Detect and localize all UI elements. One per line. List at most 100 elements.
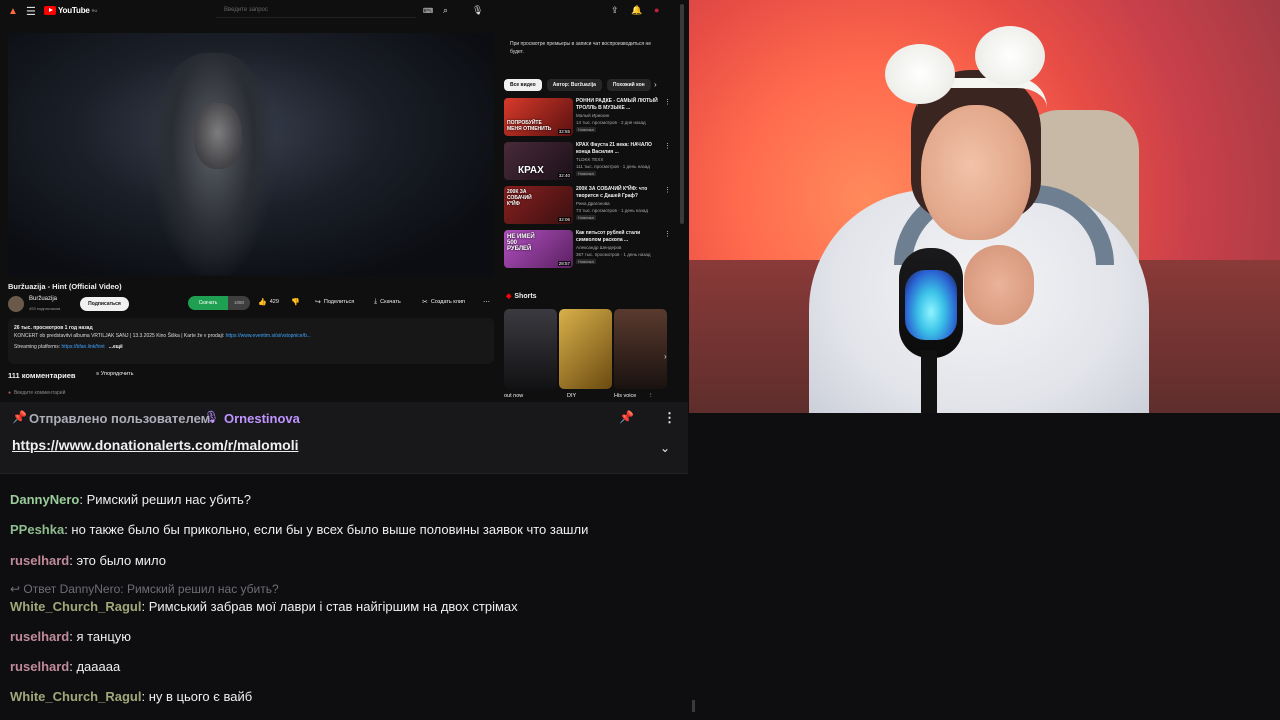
video-player[interactable] bbox=[8, 33, 494, 276]
video-meta: 111 тыс. просмотров · 1 день назад bbox=[576, 164, 650, 169]
chat-text: : Римский решил нас убить? bbox=[79, 492, 251, 507]
video-channel: Александр Шендеров bbox=[576, 245, 622, 250]
short-3[interactable] bbox=[614, 309, 667, 389]
streamer-hand bbox=[964, 245, 1034, 325]
channel-subscribers: 493 подписчиков bbox=[29, 306, 61, 311]
chevron-down-icon[interactable]: ⌄ bbox=[660, 441, 670, 455]
more-vertical-icon[interactable]: ⋮ bbox=[664, 142, 671, 150]
video-thumbnail[interactable]: 200К ЗА СОБАЧИЙ К*ЙФ 32:06 bbox=[504, 186, 573, 224]
channel-name[interactable]: Buržuazija bbox=[29, 296, 57, 302]
more-vertical-icon[interactable]: ⋮ bbox=[664, 98, 671, 106]
more-horizontal-icon: ⋯ bbox=[483, 299, 490, 306]
more-vertical-icon[interactable]: ⋮ bbox=[664, 186, 671, 194]
menu-icon[interactable]: ☰ bbox=[26, 5, 36, 18]
description-link-1[interactable]: https://www.eventim.si/si/vstopnice/b... bbox=[226, 333, 311, 339]
chip-all[interactable]: Все видео bbox=[504, 79, 542, 91]
avatar[interactable]: ● bbox=[654, 5, 659, 15]
like-button[interactable]: 👍 429 bbox=[258, 298, 279, 306]
pinned-user[interactable]: Ornestinova bbox=[224, 411, 300, 426]
chat-username[interactable]: PPeshka bbox=[10, 522, 64, 537]
thumbnail-text: НЕ ИМЕЙ 500 РУБЛЕЙ bbox=[507, 234, 535, 252]
mic-icon: 🎙 bbox=[204, 410, 220, 424]
ear-left bbox=[885, 44, 955, 104]
more-vertical-icon[interactable]: ⋮ bbox=[663, 410, 676, 426]
youtube-window: ▲ ☰ YouTube RU Введите запрос ⌨ ⌕ 🎙 ⇪ 🔔 … bbox=[0, 0, 688, 402]
chat-reply-text: Ответ DannyNero: Римский решил нас убить… bbox=[23, 582, 279, 596]
related-video-3[interactable]: 200К ЗА СОБАЧИЙ К*ЙФ 32:06 200К ЗА СОБАЧ… bbox=[504, 186, 674, 226]
subscribe-button[interactable]: Подписаться bbox=[80, 297, 129, 311]
related-video-4[interactable]: НЕ ИМЕЙ 500 РУБЛЕЙ 28:57 Как пятьсот руб… bbox=[504, 230, 674, 270]
related-video-2[interactable]: КРАХ 32:40 КРАХ Фауста 21 века: НАЧАЛО к… bbox=[504, 142, 674, 182]
download-extension-button[interactable]: Скачать bbox=[188, 296, 228, 310]
search-input[interactable]: Введите запрос bbox=[216, 4, 416, 18]
video-meta: 14 тыс. просмотров · 2 дня назад bbox=[576, 120, 646, 125]
description-more[interactable]: ...ещё bbox=[109, 344, 123, 350]
dislike-button[interactable]: 👎 bbox=[291, 298, 300, 306]
short-1[interactable] bbox=[504, 309, 557, 389]
keyboard-icon[interactable]: ⌨ bbox=[423, 7, 433, 15]
video-thumbnail[interactable]: НЕ ИМЕЙ 500 РУБЛЕЙ 28:57 bbox=[504, 230, 573, 268]
chat-username[interactable]: ruselhard bbox=[10, 629, 69, 644]
chevron-right-icon[interactable]: › bbox=[664, 352, 667, 361]
sort-button[interactable]: ≡ Упорядочить bbox=[96, 371, 133, 377]
related-chips: Все видео Автор: Buržuazija Похожий кон bbox=[504, 79, 651, 91]
chat-reply-reference[interactable]: ↩ Ответ DannyNero: Римский решил нас уби… bbox=[10, 582, 279, 596]
shorts-heading: ◆ Shorts bbox=[506, 292, 537, 300]
more-vertical-icon[interactable]: ⋮ bbox=[664, 230, 671, 238]
chip-similar[interactable]: Похожий кон bbox=[606, 79, 651, 91]
shorts-title: Shorts bbox=[514, 293, 537, 300]
chat-username[interactable]: ruselhard bbox=[10, 659, 69, 674]
video-title: Как пятьсот рублей стали символом раскол… bbox=[576, 230, 641, 243]
add-comment-input[interactable]: ● Введите комментарий bbox=[8, 390, 65, 396]
chat-username[interactable]: White_Church_Ragul bbox=[10, 599, 141, 614]
chat-username[interactable]: ruselhard bbox=[10, 553, 69, 568]
short-label-1: out now bbox=[504, 393, 524, 399]
clip-button[interactable]: ✂ Создать клип bbox=[422, 298, 465, 306]
chat-text: : дааааа bbox=[69, 659, 121, 674]
mic-icon[interactable]: 🎙 bbox=[472, 5, 483, 16]
like-count: 429 bbox=[269, 299, 279, 305]
video-thumbnail[interactable]: ПОПРОБУЙТЕ МЕНЯ ОТМЕНИТЬ 32:55 bbox=[504, 98, 573, 136]
download-label: Скачать bbox=[380, 299, 401, 305]
video-face bbox=[194, 103, 242, 169]
youtube-play-icon bbox=[44, 6, 56, 15]
video-description[interactable]: 26 тыс. просмотров 1 год назад KONCERT o… bbox=[8, 318, 494, 364]
comments-count: 111 комментариев bbox=[8, 371, 76, 380]
related-video-1[interactable]: ПОПРОБУЙТЕ МЕНЯ ОТМЕНИТЬ 32:55 РОННИ РАД… bbox=[504, 98, 674, 138]
chat-message: White_Church_Ragul: ну в цього є вайб bbox=[10, 689, 252, 704]
share-button[interactable]: ↪ Поделиться bbox=[315, 298, 354, 306]
thumbnail-text: КРАХ bbox=[518, 165, 544, 176]
more-actions-button[interactable]: ⋯ bbox=[483, 298, 490, 306]
upload-icon[interactable]: ⇪ bbox=[611, 5, 619, 16]
chip-author[interactable]: Автор: Buržuazija bbox=[546, 79, 602, 91]
description-link-2[interactable]: https://bfan.link/hint bbox=[62, 344, 105, 350]
chat-username[interactable]: DannyNero bbox=[10, 492, 79, 507]
chat-username[interactable]: White_Church_Ragul bbox=[10, 689, 141, 704]
new-badge: Новинка bbox=[576, 171, 596, 176]
sort-label: Упорядочить bbox=[100, 371, 134, 377]
youtube-logo-text: YouTube bbox=[58, 6, 90, 15]
more-vertical-icon[interactable]: ⋮ bbox=[648, 393, 654, 399]
video-thumbnail[interactable]: КРАХ 32:40 bbox=[504, 142, 573, 180]
video-title: КРАХ Фауста 21 века: НАЧАЛО конца Васили… bbox=[576, 142, 652, 155]
search-icon[interactable]: ⌕ bbox=[443, 5, 448, 16]
shorts-icon: ◆ bbox=[506, 293, 512, 300]
download-button[interactable]: ⤓ Скачать bbox=[374, 298, 401, 306]
chat-text: : это было мило bbox=[69, 553, 166, 568]
chevron-right-icon[interactable]: › bbox=[654, 80, 657, 89]
warning-icon[interactable]: ▲ bbox=[8, 6, 18, 17]
channel-avatar[interactable] bbox=[8, 296, 24, 312]
short-2[interactable] bbox=[559, 309, 612, 389]
bell-icon[interactable]: 🔔 bbox=[631, 5, 642, 16]
chat-text: : ну в цього є вайб bbox=[141, 689, 253, 704]
scissors-icon: ✂ bbox=[422, 299, 428, 306]
quality-select[interactable]: 1080 bbox=[228, 296, 250, 310]
unpin-icon[interactable]: 📌 bbox=[619, 410, 634, 424]
scrollbar[interactable] bbox=[680, 4, 684, 224]
resize-handle[interactable] bbox=[692, 700, 695, 712]
reply-icon: ↩ bbox=[10, 582, 21, 596]
download-extension-label: Скачать bbox=[198, 300, 218, 306]
video-channel: TLDKK TEXX bbox=[576, 157, 604, 162]
pinned-link[interactable]: https://www.donationalerts.com/r/malomol… bbox=[12, 437, 299, 453]
youtube-logo[interactable]: YouTube RU bbox=[44, 6, 97, 15]
